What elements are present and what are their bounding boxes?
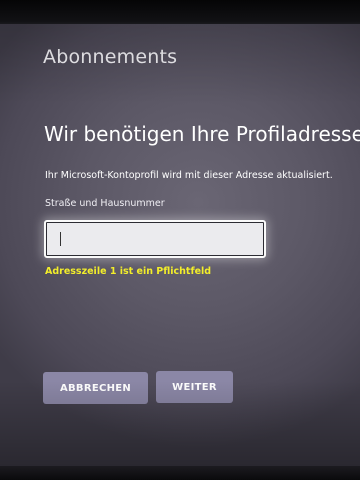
street-input[interactable] [46, 222, 264, 256]
street-input-focus-ring[interactable] [44, 220, 266, 258]
validation-error: Adresszeile 1 ist ein Pflichtfeld [45, 266, 212, 277]
page-heading: Wir benötigen Ihre Profiladresse. [44, 122, 360, 146]
text-caret [60, 232, 61, 246]
dialog-screen: Abonnements Wir benötigen Ihre Profiladr… [0, 24, 360, 470]
street-field-label: Straße und Hausnummer [45, 198, 165, 209]
description-text: Ihr Microsoft-Kontoprofil wird mit diese… [45, 170, 333, 181]
section-title: Abonnements [43, 46, 178, 68]
tv-bezel-bottom [0, 466, 360, 480]
tv-frame: Abonnements Wir benötigen Ihre Profiladr… [0, 0, 360, 480]
next-button[interactable]: WEITER [156, 371, 233, 403]
cancel-button[interactable]: ABBRECHEN [43, 372, 148, 404]
